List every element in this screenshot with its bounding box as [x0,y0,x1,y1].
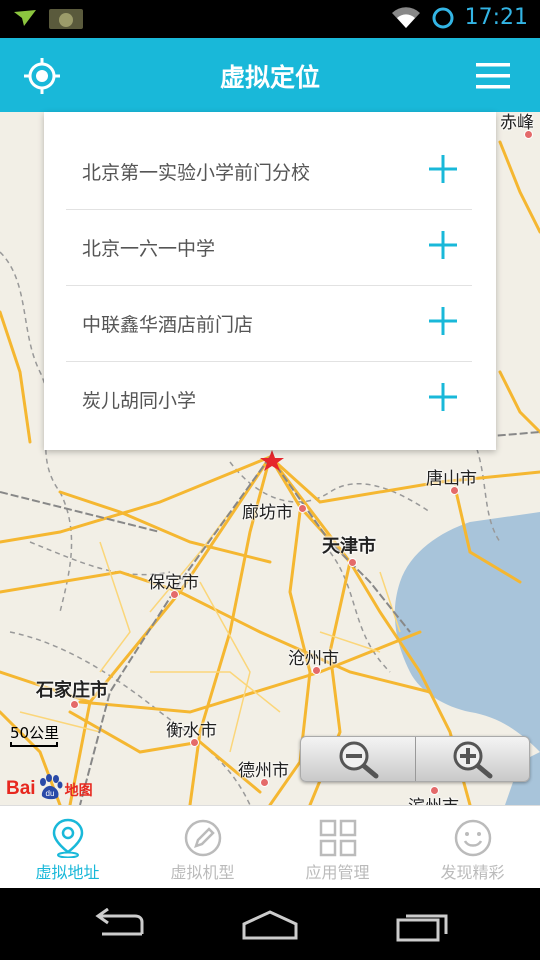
list-item-label: 炭儿胡同小学 [82,390,197,412]
nav-item-discover[interactable]: 发现精彩 [405,806,540,888]
list-item[interactable]: 炭儿胡同小学 [66,362,472,438]
notification-plane-icon [14,10,36,26]
nav-item-virtual-model[interactable]: 虚拟机型 [135,806,270,888]
baidu-logo-text: Bai [6,778,36,799]
city-label-cangzhou: 沧州市 [288,649,339,669]
back-icon[interactable] [90,908,150,942]
list-item-label: 北京一六一中学 [82,238,216,260]
smiley-icon [454,819,491,857]
zoom-control [300,736,530,782]
plus-icon[interactable] [428,306,458,336]
nav-label: 发现精彩 [440,863,505,882]
status-time: 17:21 [464,5,528,30]
city-dot-dezhou [260,778,269,787]
city-label-tangshan: 唐山市 [426,469,477,489]
city-label-hengshui: 衡水市 [166,721,217,741]
list-item-label: 中联鑫华酒店前门店 [82,314,254,336]
plus-icon[interactable] [428,230,458,260]
nav-label: 虚拟地址 [35,863,100,882]
city-dot-chifeng [524,130,533,139]
map-scale-label: 50公里 [10,724,60,742]
city-dot-binzhou [430,786,439,795]
list-item[interactable]: 北京一六一中学 [66,210,472,286]
zoom-in-button[interactable] [416,737,530,781]
status-bar: 17:21 [0,0,540,38]
wifi-icon [391,6,420,28]
city-label-langfang: 廊坊市 [242,503,293,523]
list-item-label: 北京第一实验小学前门分校 [82,162,311,184]
pencil-circle-icon [184,819,221,857]
city-dot-tianjin [348,558,357,567]
map-scale-bar [10,742,58,747]
zoom-out-icon [339,741,379,779]
city-dot-langfang [298,504,307,513]
baidu-paw-icon: du [39,774,63,800]
system-nav-bar [0,888,540,960]
plus-icon[interactable] [428,154,458,184]
location-suggestions-list: 北京第一实验小学前门分校 北京一六一中学 中联鑫华酒店前门店 炭儿胡同小学 [44,112,496,450]
city-label-tianjin: 天津市 [322,536,376,557]
bottom-nav: 虚拟地址 虚拟机型 应用管理 发现精彩 [0,805,540,888]
zoom-in-icon [453,741,493,779]
city-label-shijiazhuang: 石家庄市 [36,680,108,701]
baidu-paw-du-text: du [45,789,54,798]
menu-icon[interactable] [476,62,510,90]
notification-android-icon [49,9,83,29]
baidu-map-logo: Bai du 地图 [6,774,93,800]
location-pin-icon [52,818,83,858]
city-dot-hengshui [190,738,199,747]
home-icon[interactable] [240,908,300,942]
city-dot-baoding [170,590,179,599]
list-item[interactable]: 北京第一实验小学前门分校 [66,134,472,210]
nav-item-virtual-address[interactable]: 虚拟地址 [0,806,135,888]
page-title: 虚拟定位 [219,63,320,92]
recent-apps-icon[interactable] [392,908,452,942]
nav-label: 虚拟机型 [170,863,235,882]
zoom-out-button[interactable] [301,737,416,781]
nav-label: 应用管理 [305,863,370,882]
sync-circle-icon [432,7,454,28]
nav-item-app-management[interactable]: 应用管理 [270,806,405,888]
city-dot-shijiazhuang [70,700,79,709]
baidu-ditu-text: 地图 [64,783,93,799]
plus-icon[interactable] [428,382,458,412]
list-item[interactable]: 中联鑫华酒店前门店 [66,286,472,362]
app-header: 虚拟定位 [0,38,540,112]
city-dot-tangshan [450,486,459,495]
grid-apps-icon [319,819,356,857]
city-dot-cangzhou [312,666,321,675]
